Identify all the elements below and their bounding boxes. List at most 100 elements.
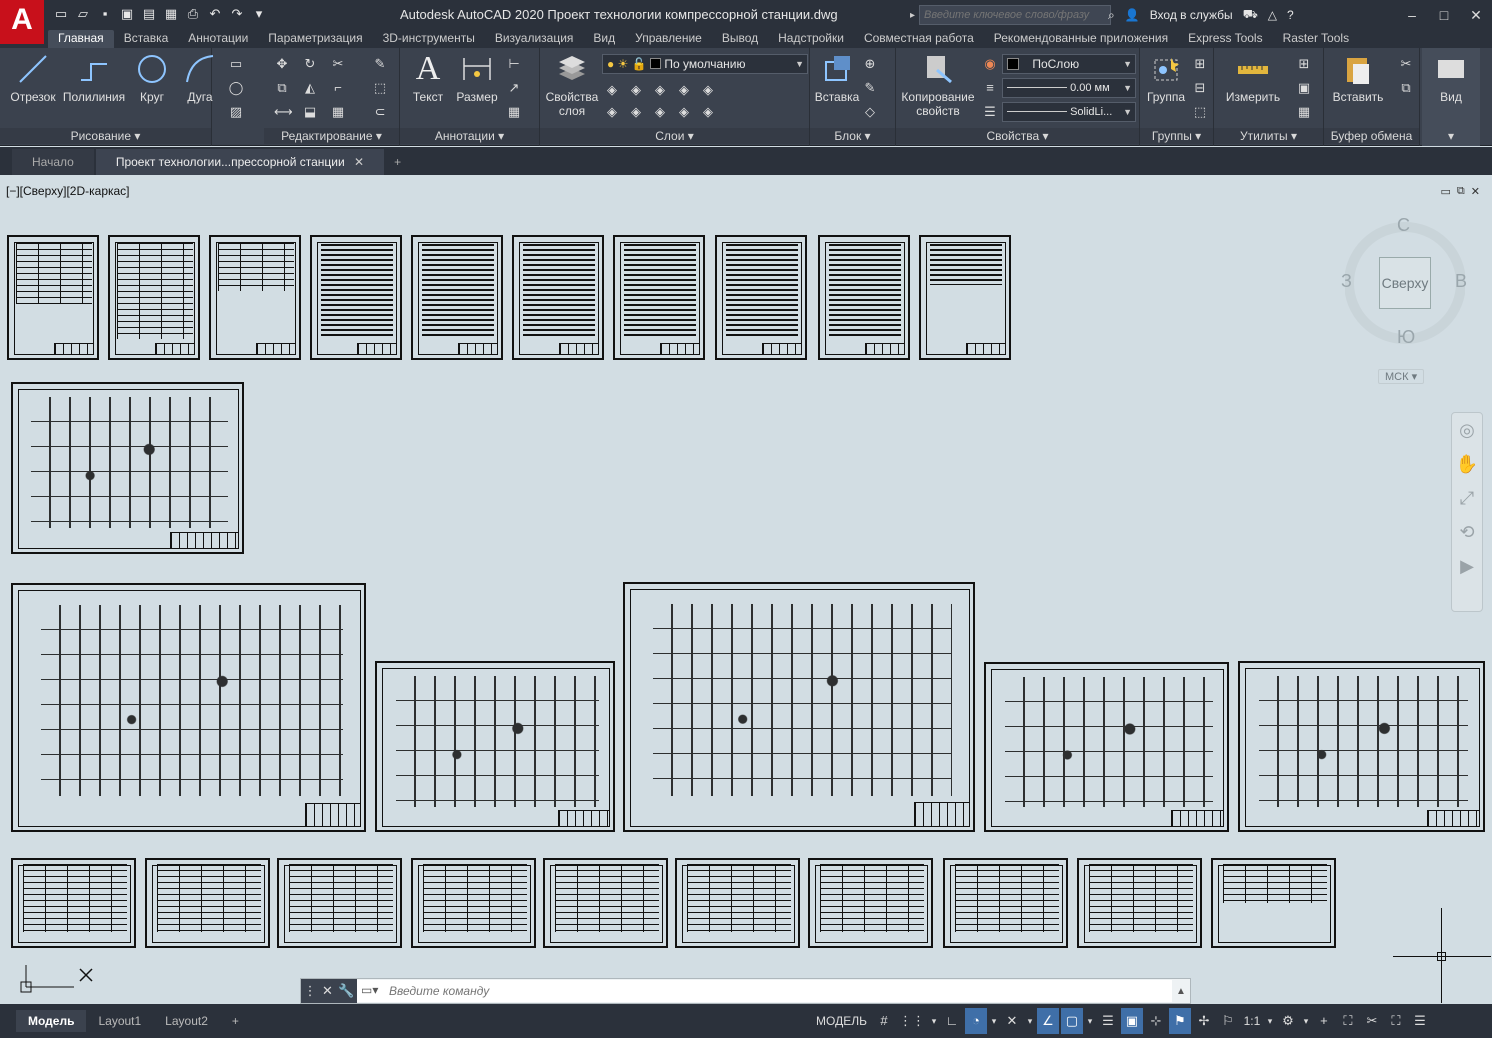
lineweight-dropdown[interactable]: 0.00 мм ▼ <box>1002 78 1136 98</box>
ribbon-tab-6[interactable]: Вид <box>583 30 625 48</box>
ellipse-icon[interactable]: ◯ <box>228 80 244 96</box>
qat-more-icon[interactable]: ▾ <box>250 5 268 23</box>
vp-restore-icon[interactable]: ⧉ <box>1457 185 1465 198</box>
scale-menu-icon[interactable]: ▾ <box>1265 1008 1275 1034</box>
panel-properties-title[interactable]: Свойства ▾ <box>896 128 1139 144</box>
annotation-scale-icon[interactable]: ⚐ <box>1217 1008 1239 1034</box>
paste-button[interactable]: Вставить <box>1330 52 1386 104</box>
select-all-icon[interactable]: ▣ <box>1296 80 1312 96</box>
auto-scale-icon[interactable]: ✢ <box>1193 1008 1215 1034</box>
steering-wheel-icon[interactable]: ◎ <box>1452 413 1482 447</box>
redo-icon[interactable]: ↷ <box>228 5 246 23</box>
layer-tool-icon[interactable]: ◈ <box>628 104 644 120</box>
viewport-controls-label[interactable]: [−][Сверху][2D-каркас] <box>6 184 130 198</box>
panel-utilities-title[interactable]: Утилиты ▾ <box>1214 128 1323 144</box>
tab-current-drawing[interactable]: Проект технологии...прессорной станции ✕ <box>95 149 385 175</box>
orbit-icon[interactable]: ⟲ <box>1452 515 1482 549</box>
ungroup-icon[interactable]: ⊞ <box>1192 56 1208 72</box>
quick-select-icon[interactable]: ⊞ <box>1296 56 1312 72</box>
scale-icon[interactable]: ⬓ <box>302 104 318 120</box>
application-menu-button[interactable]: A <box>0 0 44 44</box>
hatch-icon[interactable]: ▨ <box>228 104 244 120</box>
transparency-icon[interactable]: ▣ <box>1120 1008 1143 1034</box>
zoom-extents-icon[interactable]: ⤢ <box>1452 481 1482 515</box>
search-input[interactable] <box>919 5 1112 25</box>
ribbon-tab-0[interactable]: Главная <box>48 30 114 48</box>
command-history-icon[interactable]: ▭▾ <box>361 983 378 997</box>
layer-tool-icon[interactable]: ◈ <box>652 104 668 120</box>
model-space-button[interactable]: МОДЕЛЬ <box>812 1008 871 1034</box>
isodraft-menu-icon[interactable]: ▾ <box>1025 1008 1035 1034</box>
undo-icon[interactable]: ↶ <box>206 5 224 23</box>
ribbon-tab-12[interactable]: Express Tools <box>1178 30 1272 48</box>
minimize-icon[interactable]: – <box>1396 0 1428 30</box>
rotate-icon[interactable]: ↻ <box>302 56 318 72</box>
cut-icon[interactable]: ✂ <box>1398 56 1414 72</box>
layer-tool-icon[interactable]: ◈ <box>700 82 716 98</box>
open-icon[interactable]: ▱ <box>74 5 92 23</box>
ribbon-tab-9[interactable]: Надстройки <box>768 30 854 48</box>
move-icon[interactable]: ✥ <box>274 56 290 72</box>
stretch-icon[interactable]: ⟷ <box>274 104 293 120</box>
erase-icon[interactable]: ✎ <box>372 56 388 72</box>
color-dropdown[interactable]: ПоСлою ▼ <box>1002 54 1136 74</box>
panel-layers-title[interactable]: Слои ▾ <box>540 128 809 144</box>
viewcube-south[interactable]: Ю <box>1397 327 1415 348</box>
viewcube-north[interactable]: С <box>1397 215 1410 236</box>
publish-icon[interactable]: ▤ <box>140 5 158 23</box>
color-wheel-icon[interactable]: ◉ <box>982 56 998 72</box>
layout-tab-1[interactable]: Layout1 <box>86 1010 153 1032</box>
wrench-icon[interactable]: 🔧 <box>338 983 354 999</box>
panel-annotation-title[interactable]: Аннотации ▾ <box>400 128 539 144</box>
array-icon[interactable]: ▦ <box>330 104 346 120</box>
layout-tab-0[interactable]: Модель <box>16 1010 87 1032</box>
block-attr-icon[interactable]: ◇ <box>862 104 878 120</box>
linear-dim-icon[interactable]: ⊢ <box>506 56 522 72</box>
print-icon[interactable]: ⎙ <box>184 5 202 23</box>
mirror-icon[interactable]: ◭ <box>302 80 318 96</box>
save-as-icon[interactable]: ▣ <box>118 5 136 23</box>
ribbon-tab-2[interactable]: Аннотации <box>178 30 258 48</box>
fillet-icon[interactable]: ⌐ <box>330 80 346 96</box>
ribbon-tab-7[interactable]: Управление <box>625 30 712 48</box>
layer-tool-icon[interactable]: ◈ <box>604 82 620 98</box>
grid-icon[interactable]: # <box>873 1008 895 1034</box>
layer-dropdown[interactable]: ● ☀ 🔓 По умолчанию ▼ <box>602 54 808 74</box>
cart-icon[interactable]: ⛟ <box>1243 7 1258 23</box>
isodraft-icon[interactable]: ✕ <box>1001 1008 1023 1034</box>
panel-view-expand[interactable]: ▾ <box>1422 128 1480 144</box>
pan-icon[interactable]: ✋ <box>1452 447 1482 481</box>
clean-screen-icon[interactable]: ⛶ <box>1385 1008 1407 1034</box>
table-icon[interactable]: ▦ <box>506 104 522 120</box>
match-properties-button[interactable]: Копирование свойств <box>900 52 976 118</box>
snap-menu-icon[interactable]: ▾ <box>929 1008 939 1034</box>
text-button[interactable]: A Текст <box>408 52 448 105</box>
layer-tool-icon[interactable]: ◈ <box>676 104 692 120</box>
create-block-icon[interactable]: ⊕ <box>862 56 878 72</box>
command-input[interactable] <box>357 980 1172 1002</box>
copy-icon[interactable]: ⧉ <box>274 80 290 96</box>
layer-tool-icon[interactable]: ◈ <box>700 104 716 120</box>
layout-tab-2[interactable]: Layout2 <box>153 1010 220 1032</box>
annotation-scale-value[interactable]: 1:1 <box>1241 1008 1263 1034</box>
signin-link[interactable]: Вход в службы <box>1150 8 1233 22</box>
arc-button[interactable]: Дуга <box>180 52 220 104</box>
copy-clip-icon[interactable]: ⧉ <box>1398 80 1414 96</box>
layer-tool-icon[interactable]: ◈ <box>628 82 644 98</box>
polar-menu-icon[interactable]: ▾ <box>989 1008 999 1034</box>
ribbon-tab-3[interactable]: Параметризация <box>258 30 372 48</box>
panel-block-title[interactable]: Блок ▾ <box>810 128 895 144</box>
isolate-objects-icon[interactable]: ⛶ <box>1337 1008 1359 1034</box>
rectangle-icon[interactable]: ▭ <box>228 56 244 72</box>
plus-icon[interactable]: + <box>1313 1008 1335 1034</box>
showmotion-icon[interactable]: ▶ <box>1452 549 1482 583</box>
insert-block-button[interactable]: Вставка <box>812 52 862 104</box>
save-icon[interactable]: ▪ <box>96 5 114 23</box>
trim-icon[interactable]: ✂ <box>330 56 346 72</box>
lineweight-icon[interactable]: ≡ <box>982 80 998 96</box>
new-icon[interactable]: ▭ <box>52 5 70 23</box>
new-layout-button[interactable]: + <box>220 1010 251 1032</box>
workspace-gear-icon[interactable]: ⚙ <box>1277 1008 1299 1034</box>
plot-icon[interactable]: ▦ <box>162 5 180 23</box>
customize-icon[interactable]: ☰ <box>1409 1008 1431 1034</box>
